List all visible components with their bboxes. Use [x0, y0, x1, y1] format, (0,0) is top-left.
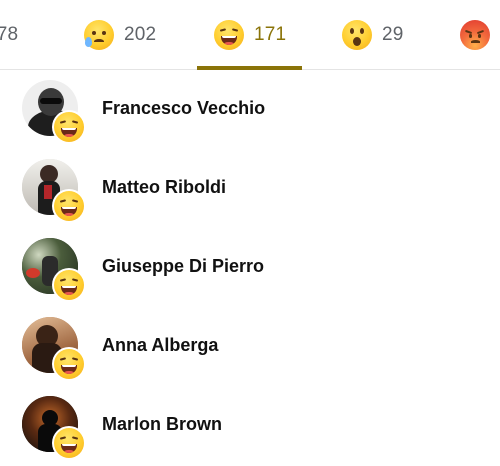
tab-sad[interactable]: 202: [84, 0, 156, 70]
laugh-icon: [52, 189, 86, 223]
tab-like[interactable]: 378: [0, 0, 18, 70]
tab-count: 202: [124, 24, 157, 45]
list-item[interactable]: Matteo Riboldi: [0, 149, 500, 229]
laugh-icon: [52, 110, 86, 144]
tab-laugh[interactable]: 171: [214, 0, 286, 70]
person-name[interactable]: Anna Alberga: [102, 335, 218, 356]
tab-wow[interactable]: 29: [342, 0, 404, 70]
sad-icon: [84, 20, 114, 50]
laugh-icon: [52, 347, 86, 381]
list-item[interactable]: Marlon Brown: [0, 386, 500, 466]
tab-count: 171: [254, 24, 287, 45]
angry-icon: [460, 20, 490, 50]
person-name[interactable]: Francesco Vecchio: [102, 98, 265, 119]
tab-angry[interactable]: [460, 0, 500, 70]
person-name[interactable]: Giuseppe Di Pierro: [102, 256, 264, 277]
laugh-icon: [52, 426, 86, 460]
tab-count: 378: [0, 24, 19, 45]
list-item[interactable]: Giuseppe Di Pierro: [0, 228, 500, 308]
person-name[interactable]: Matteo Riboldi: [102, 177, 226, 198]
laugh-icon: [52, 268, 86, 302]
tab-count: 29: [382, 24, 404, 45]
wow-icon: [342, 20, 372, 50]
list-item[interactable]: Francesco Vecchio: [0, 70, 500, 150]
reaction-tabs: 378 202 171 29: [0, 0, 500, 70]
person-name[interactable]: Marlon Brown: [102, 414, 222, 435]
list-item[interactable]: Anna Alberga: [0, 307, 500, 387]
laugh-icon: [214, 20, 244, 50]
